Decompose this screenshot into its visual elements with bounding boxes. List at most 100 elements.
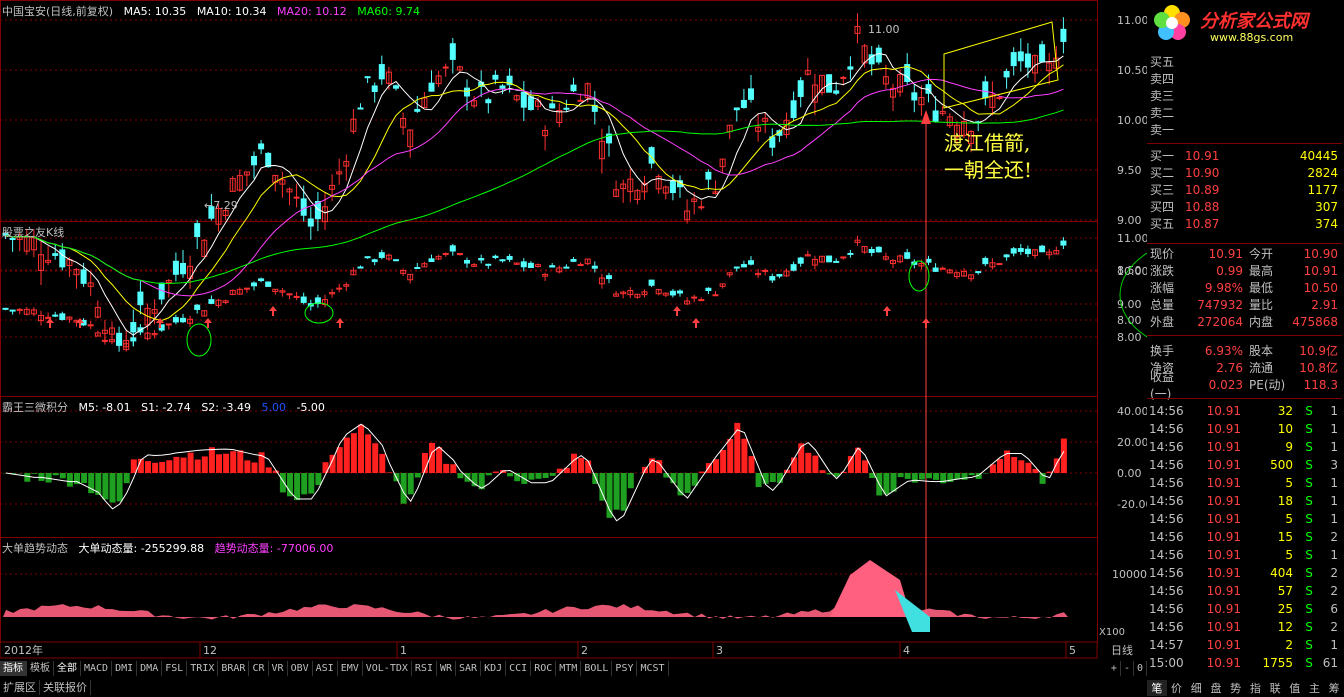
right-panel-tab[interactable]: 联 (1265, 680, 1285, 696)
right-panel-tab[interactable]: 盘 (1206, 680, 1226, 696)
integral-bar (343, 437, 350, 473)
indicator-tab[interactable]: BOLL (581, 661, 613, 676)
indicator-tab[interactable]: WR (437, 661, 457, 676)
indicator-tab[interactable]: TRIX (187, 661, 219, 676)
integral-bar (698, 471, 705, 473)
tick-side: S (1305, 565, 1313, 580)
candle-body (307, 218, 314, 227)
tick-count: 1 (1330, 511, 1338, 526)
zoom-button[interactable]: - (1121, 661, 1134, 676)
right-panel-tab[interactable]: 势 (1226, 680, 1246, 696)
kline-body (925, 258, 932, 263)
bottom-tab[interactable]: 扩展区 (0, 680, 40, 695)
indicator-tab[interactable]: ASI (313, 661, 338, 676)
zoom-button[interactable]: 0 (1134, 661, 1147, 676)
integral-bar (997, 459, 1003, 473)
candle-body (80, 269, 87, 284)
tick-side: S (1305, 457, 1313, 472)
kline-body (606, 275, 612, 280)
quote-value-2: 10.9亿 (1299, 344, 1338, 358)
indicator-tab[interactable]: 模板 (27, 661, 54, 676)
tick-count: 2 (1330, 583, 1338, 598)
integral-bar (123, 473, 130, 484)
indicator-tab[interactable]: ROC (531, 661, 557, 676)
quote-row: 涨跌 0.99 最高 10.91 (1147, 262, 1342, 279)
tick-row: 14:56 10.91 18 S 1 (1147, 492, 1342, 509)
indicator-tab[interactable]: CCI (506, 661, 532, 676)
integral-bar (201, 456, 208, 473)
candle-body (428, 82, 435, 92)
integral-bar (31, 473, 38, 474)
chart-area[interactable]: 11.0010.5010.009.509.008.508.0011.0010.0… (0, 0, 1147, 660)
integral-bar (720, 449, 727, 473)
tick-volume: 57 (1277, 583, 1293, 598)
kline-body (570, 258, 577, 262)
kline-body (740, 264, 747, 268)
zoom-button[interactable]: + (1108, 661, 1121, 676)
right-panel-tab[interactable]: 主 (1305, 680, 1325, 696)
indicator-tab[interactable]: CR (249, 661, 269, 676)
tick-price: 10.91 (1206, 619, 1241, 634)
price-tick-label: 9.00 (1117, 214, 1142, 227)
indicator-tab[interactable]: VOL-TDX (363, 661, 412, 676)
integral-bar (159, 461, 166, 473)
tick-time: 15:00 (1149, 655, 1184, 670)
integral-bar (244, 460, 251, 473)
low-price-label: ←7.29 (204, 199, 238, 212)
right-panel-tab[interactable]: 值 (1285, 680, 1305, 696)
integral-bar (571, 453, 577, 473)
quote-value: 9.98% (1204, 280, 1243, 295)
period-label: 日线 (1111, 643, 1133, 657)
tick-time: 14:56 (1149, 421, 1184, 436)
tick-row: 14:56 10.91 5 S 1 (1147, 510, 1342, 527)
integral-bar (287, 473, 293, 497)
candle-body (258, 143, 265, 150)
kline-body (52, 314, 59, 317)
indicator-tab[interactable]: SAR (456, 661, 482, 676)
indicator-tab[interactable]: MCST (637, 661, 669, 676)
right-panel-tab[interactable]: 笔 (1147, 679, 1167, 696)
right-panel-tab[interactable]: 筹 (1324, 680, 1344, 696)
indicator-tab[interactable]: EMV (338, 661, 363, 676)
indicator-tab[interactable]: 全部 (54, 661, 81, 676)
buy-arrow (76, 318, 84, 328)
indicator-tab[interactable]: MACD (81, 661, 113, 676)
kline-body (378, 252, 385, 258)
tick-volume: 15 (1277, 529, 1293, 544)
indicator-tab[interactable]: RSI (412, 661, 437, 676)
indicator-tab[interactable]: KDJ (481, 661, 507, 676)
tick-time: 14:56 (1149, 511, 1184, 526)
month-label: 4 (903, 644, 910, 657)
indicator-tab[interactable]: MTM (556, 661, 582, 676)
bottom-tab[interactable]: 关联报价 (40, 680, 91, 695)
indicator-tab[interactable]: DMA (137, 661, 163, 676)
tick-row: 15:00 10.91 1755 S 61 (1147, 654, 1342, 671)
tick-time: 14:56 (1149, 475, 1184, 490)
kline-body (393, 259, 399, 262)
candle-body (485, 99, 492, 104)
kline-body (478, 258, 485, 261)
indicator-tab[interactable]: DMI (112, 661, 138, 676)
kline-panel-title: 股票之友K线 (2, 226, 65, 239)
indicator-tab[interactable]: OBV (288, 661, 313, 676)
candle-body (669, 180, 676, 194)
kline-body (932, 267, 939, 272)
tick-volume: 5 (1285, 511, 1293, 526)
tick-price: 10.91 (1206, 529, 1241, 544)
right-panel-tab[interactable]: 指 (1246, 680, 1266, 696)
right-panel-tab[interactable]: 细 (1186, 680, 1206, 696)
kline-body (712, 294, 719, 297)
indicator-tab[interactable]: FSL (162, 661, 188, 676)
integral-bar (578, 458, 585, 473)
indicator-tab[interactable]: VR (269, 661, 288, 676)
ma10-line (5, 64, 1064, 321)
indicator-tab[interactable]: BRAR (218, 661, 250, 676)
indicator-tab[interactable]: PSY (612, 661, 638, 676)
quote-key: 收益(一) (1150, 369, 1175, 401)
integral-bar (152, 462, 159, 473)
right-panel-tab[interactable]: 价 (1167, 680, 1187, 696)
tick-price: 10.91 (1206, 475, 1241, 490)
candle-body (393, 85, 399, 89)
indicator-tab[interactable]: 指标 (0, 661, 27, 676)
candle-body (265, 152, 272, 168)
